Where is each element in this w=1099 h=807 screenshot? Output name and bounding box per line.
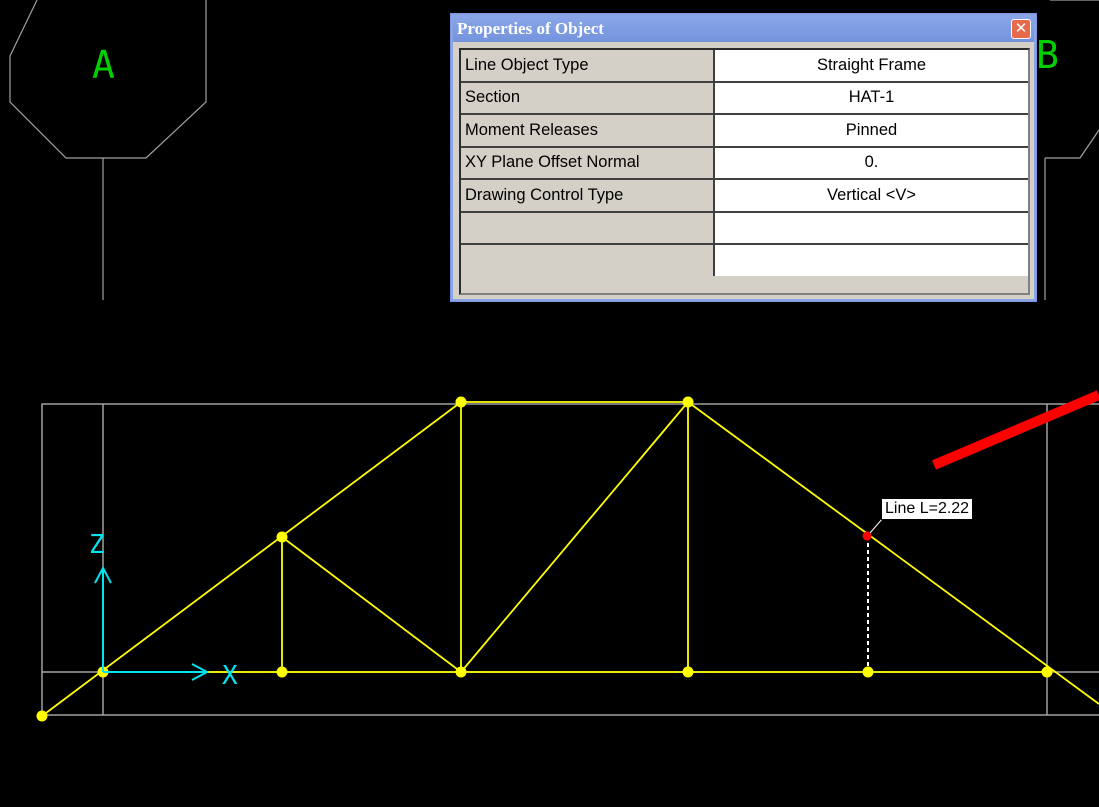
property-value[interactable]: [714, 244, 1028, 276]
grid-label-a: A: [92, 43, 115, 87]
line-length-tooltip: Line L=2.22: [881, 498, 974, 520]
diagonal-1: [281, 536, 462, 673]
property-value[interactable]: Vertical <V>: [714, 179, 1028, 213]
table-row: XY Plane Offset Normal 0.: [461, 146, 1028, 180]
axis-label-x: X: [222, 661, 238, 691]
properties-grid: Line Object Type Straight Frame Section …: [459, 48, 1030, 295]
joint: [36, 710, 48, 722]
table-row: [461, 211, 1028, 245]
property-value[interactable]: HAT-1: [714, 81, 1028, 115]
properties-window[interactable]: Properties of Object ✕ Line Object Type …: [450, 13, 1037, 302]
property-key: [461, 244, 715, 276]
property-key: Moment Releases: [461, 114, 715, 148]
top-chord-right: [687, 401, 1099, 705]
tooltip-leader: [869, 517, 884, 534]
property-key: XY Plane Offset Normal: [461, 146, 715, 180]
properties-titlebar[interactable]: Properties of Object ✕: [453, 16, 1034, 42]
property-value[interactable]: Straight Frame: [714, 50, 1028, 83]
joint: [276, 666, 288, 678]
property-value[interactable]: 0.: [714, 146, 1028, 180]
table-row: Moment Releases Pinned: [461, 114, 1028, 148]
table-row: Drawing Control Type Vertical <V>: [461, 179, 1028, 213]
table-row: Line Object Type Straight Frame: [461, 50, 1028, 83]
property-key: Section: [461, 81, 715, 115]
joint: [455, 396, 467, 408]
table-row: Section HAT-1: [461, 81, 1028, 115]
joint: [682, 396, 694, 408]
close-icon[interactable]: ✕: [1011, 19, 1031, 39]
property-key: Drawing Control Type: [461, 179, 715, 213]
axis-label-z: Z: [89, 530, 105, 560]
properties-title: Properties of Object: [457, 19, 604, 38]
joint: [276, 531, 288, 543]
property-key: [461, 211, 715, 245]
property-value[interactable]: Pinned: [714, 114, 1028, 148]
annotation-arrow: [932, 390, 1099, 470]
property-key: Line Object Type: [461, 50, 715, 83]
diagonal-2: [460, 401, 689, 673]
property-value[interactable]: [714, 211, 1028, 245]
grid-label-b: B: [1036, 33, 1059, 77]
joint: [682, 666, 694, 678]
joint: [862, 666, 874, 678]
joint: [1041, 666, 1053, 678]
table-row: [461, 244, 1028, 276]
joint: [455, 666, 467, 678]
